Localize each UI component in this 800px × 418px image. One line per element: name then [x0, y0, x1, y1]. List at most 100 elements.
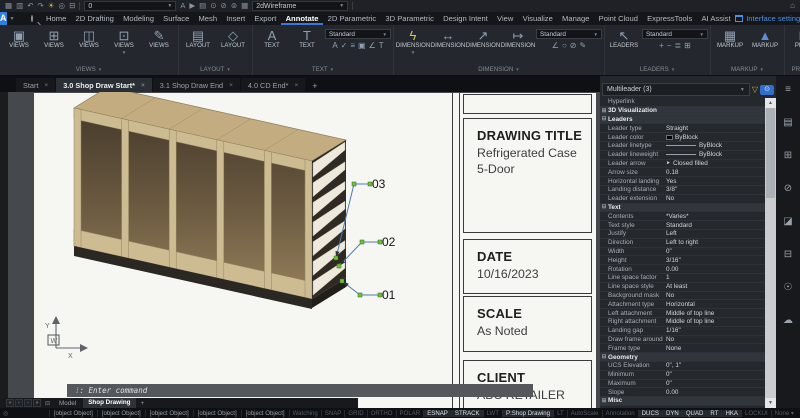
filter-icon[interactable]: ▽: [752, 83, 758, 96]
status-toggle[interactable]: DUCS: [638, 410, 662, 417]
leader-label-03[interactable]: 03: [372, 177, 386, 191]
drawing-viewport[interactable]: 03 02 01 Y W X: [0, 92, 600, 408]
property-value[interactable]: 0": [666, 248, 765, 255]
property-row[interactable]: Leader extension No: [600, 195, 765, 204]
property-row[interactable]: Line space style At least: [600, 283, 765, 292]
property-value[interactable]: No: [666, 292, 765, 299]
table-button[interactable]: ▦ MARKUP ▼: [713, 27, 747, 50]
property-value[interactable]: ByBlock: [699, 151, 765, 158]
ribbon-group-label[interactable]: LAYOUT▼: [181, 64, 250, 75]
command-line-input[interactable]: ⁞: Enter command: [67, 384, 533, 397]
property-value[interactable]: 1/16": [666, 327, 765, 334]
property-value[interactable]: ByBlock: [675, 134, 765, 141]
property-row[interactable]: Background mask No: [600, 292, 765, 301]
close-icon[interactable]: ×: [294, 82, 298, 89]
property-row[interactable]: ⊞ 3D Visualization: [600, 107, 765, 116]
ribbon-tab[interactable]: Export: [250, 12, 281, 25]
style-dropdown[interactable]: Standard ▼: [642, 29, 708, 39]
panel-scrollbar[interactable]: ▲ ▼: [765, 98, 776, 408]
last-layout-icon[interactable]: »: [33, 399, 41, 407]
leader-label-02[interactable]: 02: [382, 235, 396, 249]
property-value[interactable]: ByBlock: [699, 142, 765, 149]
property-value[interactable]: 0": [666, 371, 765, 378]
ribbon-tab[interactable]: AI Assist: [697, 12, 735, 25]
remove-leader-icon[interactable]: −: [667, 41, 672, 51]
category-expander-icon[interactable]: ⊟: [600, 116, 608, 122]
redo-icon[interactable]: ↷: [37, 0, 43, 12]
paper-space-views-button[interactable]: ▤ LAYOUT ▼: [181, 27, 215, 50]
status-toggle[interactable]: Watching: [289, 410, 321, 417]
document-tab[interactable]: 4.0 CD End* ×: [241, 78, 305, 92]
ribbon-group-label[interactable]: PRINT▼: [787, 64, 800, 75]
ribbon-tab[interactable]: Modeling: [119, 12, 159, 25]
model-tab[interactable]: Model: [54, 400, 81, 407]
property-value[interactable]: Left to right: [666, 239, 765, 246]
prev-layout-icon[interactable]: ‹: [15, 399, 23, 407]
status-toggle[interactable]: ORTHO: [367, 410, 396, 417]
property-value[interactable]: 0.00: [666, 389, 765, 396]
align-multileaders-icon[interactable]: ≣: [674, 41, 681, 51]
property-value[interactable]: 0": [666, 380, 765, 387]
undo-icon[interactable]: ↶: [27, 0, 33, 12]
ribbon-tab[interactable]: Home: [41, 12, 70, 25]
ribbon-tab[interactable]: Visualize: [518, 12, 557, 25]
close-icon[interactable]: ×: [44, 82, 48, 89]
ribbon-tab[interactable]: Insert: [222, 12, 250, 25]
property-value[interactable]: At least: [666, 283, 765, 290]
style-dropdown[interactable]: Standard ▼: [325, 29, 391, 39]
full-section-view-button[interactable]: ◫ VIEWS ▼: [72, 27, 106, 56]
ribbon-group-label[interactable]: TEXT▼: [255, 64, 391, 75]
ribbon-tab[interactable]: Design Intent: [439, 12, 493, 25]
projected-views-button[interactable]: ⊞ VIEWS ▼: [37, 27, 71, 56]
unisolate-icon[interactable]: ⊚: [231, 0, 237, 12]
property-row[interactable]: Contents *Varies*: [600, 212, 765, 221]
interface-settings-link[interactable]: Interface settings: [735, 14, 800, 23]
add-leader-icon[interactable]: +: [659, 41, 664, 51]
lights-panel-icon[interactable]: ☉: [784, 282, 793, 293]
property-row[interactable]: ⊟ Geometry: [600, 353, 765, 362]
status-toggle[interactable]: HKA: [721, 410, 741, 417]
property-value[interactable]: 3/8": [666, 186, 765, 193]
property-row[interactable]: UCS Elevation 0", 1": [600, 362, 765, 371]
status-field[interactable]: [object Object]: [97, 410, 145, 417]
text-align-icon[interactable]: ≡: [350, 41, 355, 51]
ribbon-tab[interactable]: 3D Parametric: [381, 12, 439, 25]
status-toggle[interactable]: AutoScale: [567, 410, 602, 417]
property-row[interactable]: Horizontal landing Yes: [600, 177, 765, 186]
layer-state-icon[interactable]: ▤: [199, 0, 206, 12]
status-field[interactable]: [object Object]: [145, 410, 193, 417]
grid-icon[interactable]: ▦: [5, 0, 12, 12]
property-row[interactable]: ⊞ Misc: [600, 397, 765, 406]
first-layout-icon[interactable]: «: [6, 399, 14, 407]
property-row[interactable]: Leader lineweight ByBlock: [600, 151, 765, 160]
ribbon-tab[interactable]: Surface: [159, 12, 194, 25]
property-value[interactable]: No: [666, 195, 765, 202]
next-layout-icon[interactable]: ›: [24, 399, 32, 407]
scroll-down-icon[interactable]: ▼: [765, 398, 776, 408]
diameter-dimension-icon[interactable]: ⊘: [570, 41, 577, 51]
property-row[interactable]: Leader color ByBlock: [600, 133, 765, 142]
status-toggle[interactable]: SNAP: [321, 410, 345, 417]
property-value[interactable]: Horizontal: [666, 301, 765, 308]
polygonal-viewport-button[interactable]: ◇ LAYOUT ▼: [216, 27, 250, 50]
attachments-panel-icon[interactable]: ⊘: [784, 183, 792, 194]
status-toggle[interactable]: STRACK: [451, 410, 483, 417]
sheet-sets-panel-icon[interactable]: ⊟: [784, 249, 792, 260]
property-value[interactable]: Left: [666, 230, 765, 237]
target-icon[interactable]: ◎: [59, 0, 66, 12]
search-icon[interactable]: [31, 15, 33, 22]
property-row[interactable]: Minimum 0": [600, 371, 765, 380]
linear-dimension-button[interactable]: ↔ DIMENSION ▼: [431, 27, 465, 56]
property-row[interactable]: Draw frame around No: [600, 336, 765, 345]
status-field[interactable]: [object Object]: [49, 410, 97, 417]
collect-multileaders-icon[interactable]: ⊞: [684, 41, 691, 51]
convert-text-icon[interactable]: T: [379, 41, 384, 51]
dimension-button[interactable]: ϟ DIMENSION ▼: [396, 27, 430, 56]
edit-view-button[interactable]: ✎ VIEWS ▼: [142, 27, 176, 56]
add-delete-scales-button[interactable]: ▲ MARKUP ▼: [748, 27, 782, 50]
property-row[interactable]: Attachment type Horizontal: [600, 300, 765, 309]
property-row[interactable]: Leader linetype ByBlock: [600, 142, 765, 151]
status-field[interactable]: [object Object]: [193, 410, 241, 417]
status-toggle[interactable]: DYN: [662, 410, 682, 417]
text-style-icon[interactable]: A: [180, 0, 185, 12]
